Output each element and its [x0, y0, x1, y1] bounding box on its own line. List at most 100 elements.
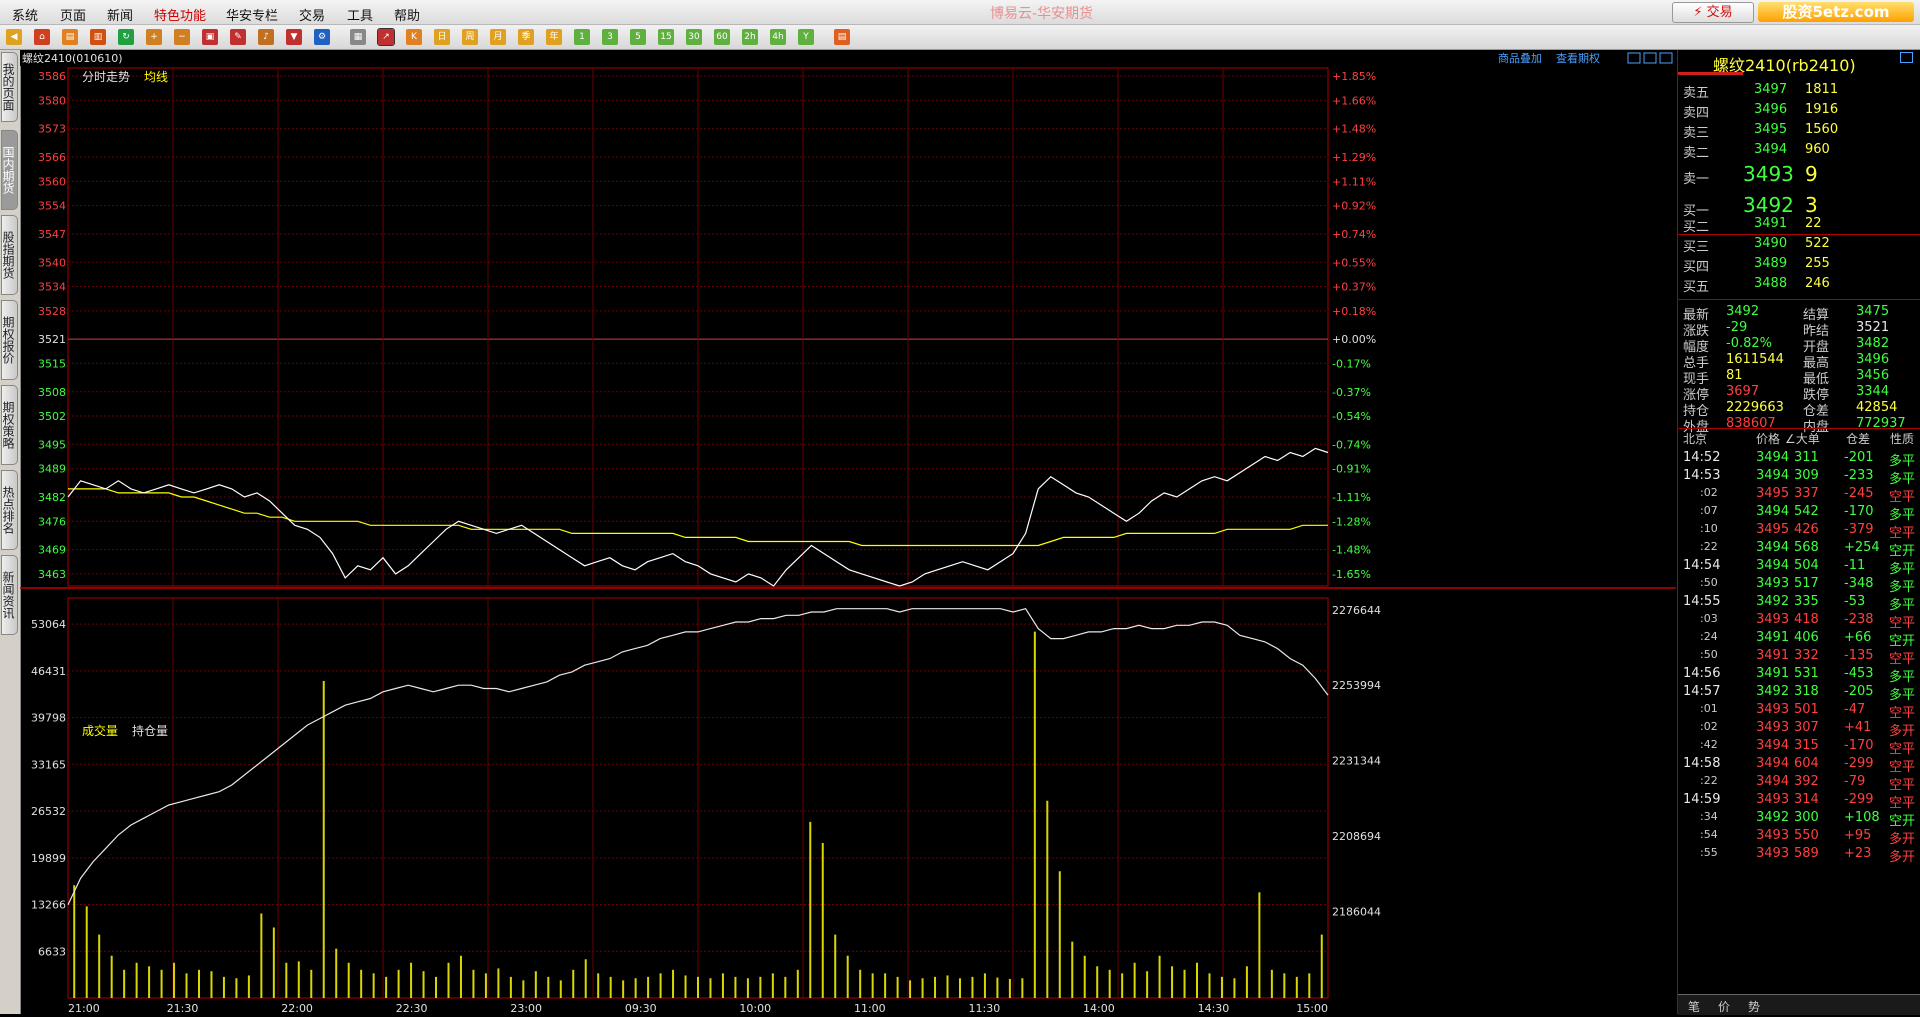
tab-hot-ranking[interactable]: 热点排名 [1, 470, 18, 550]
bid-label: 买三 [1683, 240, 1710, 255]
tab-news[interactable]: 新闻资讯 [1, 555, 18, 635]
tick-volume: 392 [1794, 774, 1819, 789]
ask-row: 卖二 3494 960 [1678, 140, 1920, 161]
tab-options-quote[interactable]: 期权报价 [1, 300, 18, 380]
min15-icon[interactable]: 15 [658, 29, 674, 45]
bid-volume: 255 [1805, 256, 1830, 271]
price-tick-label: 3547 [38, 228, 66, 241]
tick-row: :01 3493 501 -47 空平 [1678, 700, 1920, 721]
tick-oi-change: -79 [1844, 774, 1866, 789]
tab-domestic-futures[interactable]: 国内期货 [1, 130, 18, 210]
hour4-icon[interactable]: 4h [770, 29, 786, 45]
time-tick-label: 21:00 [68, 1002, 100, 1014]
ask-row: 卖三 3495 1560 [1678, 120, 1920, 141]
menu-trade[interactable]: 交易 [299, 5, 325, 24]
tab-price[interactable]: 价 [1718, 998, 1730, 1015]
min1-icon[interactable]: 1 [574, 29, 590, 45]
pct-tick-label: +1.48% [1332, 123, 1376, 136]
options-link[interactable]: 查看期权 [1556, 51, 1600, 65]
menu-help[interactable]: 帮助 [394, 5, 420, 24]
refresh-icon[interactable]: ↻ [118, 29, 134, 45]
menu-system[interactable]: 系统 [12, 5, 38, 24]
table-icon[interactable]: ▦ [350, 29, 366, 45]
month-icon[interactable]: 月 [490, 29, 506, 45]
pct-tick-label: +0.37% [1332, 281, 1376, 294]
tab-ticks[interactable]: 笔 [1688, 998, 1700, 1015]
price-tick-label: 3566 [38, 151, 66, 164]
ask-volume: 1916 [1805, 102, 1839, 117]
season-icon[interactable]: 季 [518, 29, 534, 45]
ask-price: 3495 [1754, 122, 1788, 137]
oi-tick-label: 2253994 [1332, 679, 1381, 692]
board-icon[interactable]: ▥ [90, 29, 106, 45]
tab-trend[interactable]: 势 [1748, 998, 1760, 1015]
tick-volume: 335 [1794, 594, 1819, 609]
tick-price: 3494 [1756, 450, 1790, 465]
tick-oi-change: -245 [1844, 486, 1874, 501]
trade-button[interactable]: ⚡ 交易 [1672, 2, 1754, 23]
window-icon[interactable]: ▣ [202, 29, 218, 45]
menu-huaan-column[interactable]: 华安专栏 [226, 5, 278, 24]
tick-nature: 多开 [1889, 850, 1916, 865]
y-icon[interactable]: Y [798, 29, 814, 45]
tick-row: :02 3495 337 -245 空平 [1678, 484, 1920, 505]
tab-index-futures[interactable]: 股指期货 [1, 215, 18, 295]
pct-tick-label: -0.17% [1332, 357, 1371, 370]
home-icon[interactable]: ⌂ [34, 29, 50, 45]
kline-icon[interactable]: K [406, 29, 422, 45]
tick-row: :07 3494 542 -170 多平 [1678, 502, 1920, 523]
zoom-out-icon[interactable]: − [174, 29, 190, 45]
menu-bar: 系统 页面 新闻 特色功能 华安专栏 交易 工具 帮助 博易云-华安期货 ⚡ 交… [0, 0, 1920, 25]
tick-time: 14:54 [1683, 558, 1721, 573]
week-icon[interactable]: 周 [462, 29, 478, 45]
min30-icon[interactable]: 30 [686, 29, 702, 45]
price-tick-label: 3508 [38, 386, 66, 399]
tick-time: :42 [1700, 738, 1718, 751]
day-icon[interactable]: 日 [434, 29, 450, 45]
hour2-icon[interactable]: 2h [742, 29, 758, 45]
bid-price: 3488 [1754, 276, 1788, 291]
tick-price: 3494 [1756, 540, 1790, 555]
timechart-icon[interactable]: ↗ [377, 28, 395, 46]
alert-icon[interactable]: ♪ [258, 29, 274, 45]
tab-my-page[interactable]: 我的页面 [1, 52, 18, 122]
tick-time: :34 [1700, 810, 1718, 823]
menu-news[interactable]: 新闻 [107, 5, 133, 24]
back-icon[interactable]: ◀ [6, 29, 22, 45]
tab-options-strategy[interactable]: 期权策略 [1, 385, 18, 465]
min60-icon[interactable]: 60 [714, 29, 730, 45]
pct-tick-label: +0.55% [1332, 256, 1376, 269]
tick-oi-change: -201 [1844, 450, 1874, 465]
tick-row: 14:58 3494 604 -299 空平 [1678, 754, 1920, 775]
pct-tick-label: +1.29% [1332, 151, 1376, 164]
pct-tick-label: -1.65% [1332, 568, 1371, 581]
float-icon[interactable] [1900, 52, 1913, 63]
tick-oi-change: -53 [1844, 594, 1866, 609]
pen-icon[interactable]: ✎ [230, 29, 246, 45]
tick-volume: 307 [1794, 720, 1819, 735]
pct-tick-label: -1.48% [1332, 544, 1371, 557]
filter-icon[interactable]: ▼ [286, 29, 302, 45]
overlay-link[interactable]: 商品叠加 [1498, 51, 1542, 65]
menu-page[interactable]: 页面 [60, 5, 86, 24]
zoom-in-icon[interactable]: + [146, 29, 162, 45]
menu-features[interactable]: 特色功能 [154, 5, 206, 24]
calc-icon[interactable]: ▤ [834, 29, 850, 45]
tick-volume: 542 [1794, 504, 1819, 519]
bid-price: 3491 [1754, 216, 1788, 231]
year-icon[interactable]: 年 [546, 29, 562, 45]
bid-row: 买四 3489 255 [1678, 254, 1920, 275]
toolbar: ◀ ⌂ ▤ ▥ ↻ + − ▣ ✎ ♪ ▼ ⚙ ▦ ↗ K 日 周 月 季 年 … [0, 25, 1920, 50]
min5-icon[interactable]: 5 [630, 29, 646, 45]
timeshare-chart[interactable]: 螺纹2410(010610) 商品叠加 查看期权 3586 +1.85% 3580 +… [0, 50, 1676, 1015]
folder-icon[interactable]: ▤ [62, 29, 78, 45]
setting-icon[interactable]: ⚙ [314, 29, 330, 45]
tick-volume: 568 [1794, 540, 1819, 555]
tick-oi-change: +41 [1844, 720, 1872, 735]
stat-row: 总手 1611544 最高 3496 [1678, 350, 1920, 371]
price-tick-label: 3502 [38, 410, 66, 423]
tick-price: 3494 [1756, 774, 1790, 789]
tick-col-vol[interactable]: ∠大单 [1785, 430, 1820, 447]
menu-tools[interactable]: 工具 [347, 5, 373, 24]
min3-icon[interactable]: 3 [602, 29, 618, 45]
